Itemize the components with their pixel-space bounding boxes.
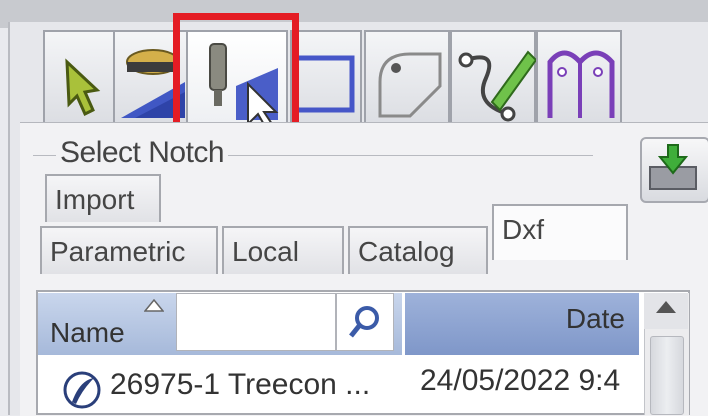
arrow-pointer-icon [65, 58, 101, 117]
corner-shape-icon [378, 52, 442, 118]
sort-ascending-icon [144, 299, 164, 312]
arch-frame-icon [547, 50, 615, 118]
search-icon [349, 306, 379, 338]
import-notch-button[interactable] [640, 137, 708, 203]
scrollbar-thumb[interactable] [650, 336, 684, 415]
table-row[interactable]: 26975-1 Treecon ... 24/05/2022 9:4 [40, 356, 640, 412]
curve-tool-button[interactable] [450, 30, 538, 122]
arch-tool-button[interactable] [536, 30, 622, 122]
select-tool-button[interactable] [43, 30, 115, 122]
import-green-arrow-icon [649, 144, 697, 190]
tab-catalog[interactable]: Catalog [348, 226, 488, 274]
tab-dxf[interactable]: Dxf [492, 204, 628, 260]
group-label: Select Notch [56, 136, 229, 170]
corner-tool-button[interactable] [364, 30, 450, 122]
file-date: 24/05/2022 9:4 [420, 364, 621, 397]
chevron-up-icon [656, 301, 676, 313]
column-header-name-label: Name [50, 317, 125, 348]
curve-pencil-icon [458, 50, 538, 122]
file-name: 26975-1 Treecon ... [110, 368, 371, 401]
name-filter-input[interactable] [176, 293, 336, 351]
search-button[interactable] [336, 293, 394, 351]
scroll-up-button[interactable] [644, 293, 688, 329]
rectangle-icon [293, 55, 355, 113]
tab-local[interactable]: Local [222, 226, 344, 274]
annotation-highlight-box [173, 13, 299, 139]
tab-import[interactable]: Import [45, 174, 161, 222]
column-header-date-label: Date [565, 303, 625, 334]
dxf-file-icon [63, 371, 101, 409]
tab-parametric[interactable]: Parametric [40, 226, 218, 274]
rectangle-tool-button[interactable] [290, 30, 362, 122]
column-header-date[interactable]: Date [405, 293, 639, 355]
